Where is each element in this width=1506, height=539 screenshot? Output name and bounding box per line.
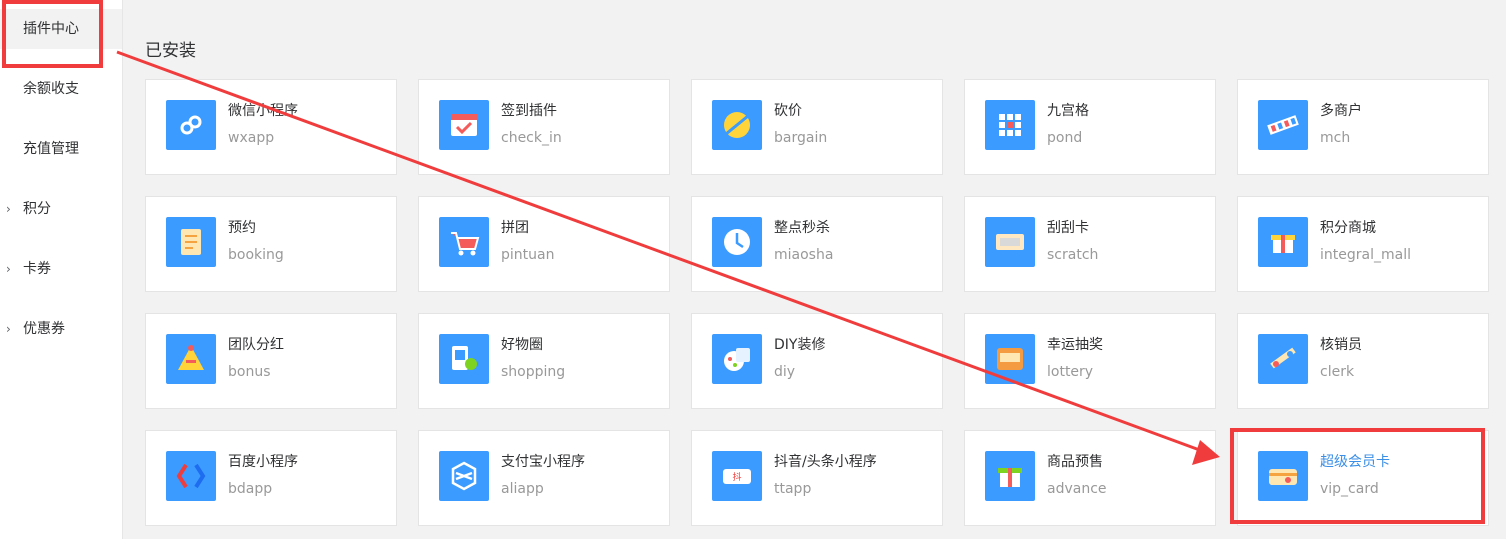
team-pyramid-icon bbox=[166, 334, 216, 384]
plugin-code: shopping bbox=[501, 364, 566, 380]
plugin-code: aliapp bbox=[501, 481, 544, 497]
plugin-card-pond[interactable]: 九宫格 pond bbox=[964, 79, 1216, 175]
plugin-card-mch[interactable]: 多商户 mch bbox=[1237, 79, 1489, 175]
plugin-code: vip_card bbox=[1320, 481, 1379, 497]
plugin-name[interactable]: 超级会员卡 bbox=[1320, 451, 1390, 471]
plugin-code: scratch bbox=[1047, 247, 1099, 263]
plugin-code: integral_mall bbox=[1320, 247, 1411, 263]
grid-nine-icon bbox=[985, 100, 1035, 150]
scratch-card-icon bbox=[985, 217, 1035, 267]
plugin-code: miaosha bbox=[774, 247, 834, 263]
plugin-card-bdapp[interactable]: 百度小程序 bdapp bbox=[145, 430, 397, 526]
sidebar-item-balance[interactable]: 余额收支 bbox=[0, 69, 122, 109]
plugin-name: 拼团 bbox=[501, 220, 529, 236]
plugin-code: bargain bbox=[774, 130, 828, 146]
plugin-code: advance bbox=[1047, 481, 1107, 497]
plugin-code: diy bbox=[774, 364, 796, 380]
plugin-name: 预约 bbox=[228, 220, 256, 236]
plugin-name: 签到插件 bbox=[501, 103, 557, 119]
plugin-code: bdapp bbox=[228, 481, 273, 497]
flash-clock-icon bbox=[712, 217, 762, 267]
plugin-name: 刮刮卡 bbox=[1047, 220, 1089, 236]
alipay-icon bbox=[439, 451, 489, 501]
plugin-card-lottery[interactable]: 幸运抽奖 lottery bbox=[964, 313, 1216, 409]
chevron-right-icon: › bbox=[6, 202, 11, 216]
plugin-card-booking[interactable]: 预约 booking bbox=[145, 196, 397, 292]
plugin-card-scratch[interactable]: 刮刮卡 scratch bbox=[964, 196, 1216, 292]
good-items-icon bbox=[439, 334, 489, 384]
plugin-card-wxapp[interactable]: 微信小程序 wxapp bbox=[145, 79, 397, 175]
plugin-card-pintuan[interactable]: 拼团 pintuan bbox=[418, 196, 670, 292]
plugin-name: 商品预售 bbox=[1047, 454, 1103, 470]
sidebar-item-label: 充值管理 bbox=[23, 141, 79, 157]
plugin-name: 积分商城 bbox=[1320, 220, 1376, 236]
plugin-code: wxapp bbox=[228, 130, 275, 146]
plugin-name: 百度小程序 bbox=[228, 454, 298, 470]
plugin-name: 整点秒杀 bbox=[774, 220, 830, 236]
svg-text:抖: 抖 bbox=[732, 471, 741, 483]
sidebar-item-label: 积分 bbox=[23, 201, 51, 217]
vip-card-icon bbox=[1258, 451, 1308, 501]
plugin-name: 好物圈 bbox=[501, 337, 543, 353]
plugin-code: lottery bbox=[1047, 364, 1094, 380]
plugin-name: 多商户 bbox=[1320, 103, 1362, 119]
plugin-name: 幸运抽奖 bbox=[1047, 337, 1103, 353]
plugin-code: bonus bbox=[228, 364, 271, 380]
sidebar-item-plugin-center[interactable]: 插件中心 bbox=[0, 9, 122, 49]
plugin-card-check-in[interactable]: 签到插件 check_in bbox=[418, 79, 670, 175]
sidebar-item-recharge[interactable]: 充值管理 bbox=[0, 129, 122, 169]
plugin-code: booking bbox=[228, 247, 284, 263]
bargain-tag-icon bbox=[712, 100, 762, 150]
plugin-name: 砍价 bbox=[774, 103, 802, 119]
sidebar-item-label: 优惠券 bbox=[23, 321, 65, 337]
clerk-verify-icon bbox=[1258, 334, 1308, 384]
plugin-code: mch bbox=[1320, 130, 1351, 146]
plugin-card-ttapp[interactable]: 抖 抖音/头条小程序 ttapp bbox=[691, 430, 943, 526]
sidebar-item-points[interactable]: › 积分 bbox=[0, 189, 122, 229]
sidebar-item-label: 卡券 bbox=[23, 261, 51, 277]
plugin-name: 抖音/头条小程序 bbox=[774, 454, 877, 470]
baidu-icon bbox=[166, 451, 216, 501]
plugin-card-aliapp[interactable]: 支付宝小程序 aliapp bbox=[418, 430, 670, 526]
chevron-right-icon: › bbox=[6, 322, 11, 336]
douyin-icon: 抖 bbox=[712, 451, 762, 501]
plugin-code: pond bbox=[1047, 130, 1083, 146]
sidebar-item-label: 插件中心 bbox=[23, 21, 79, 37]
sidebar-item-label: 余额收支 bbox=[23, 81, 79, 97]
plugin-code: check_in bbox=[501, 130, 562, 146]
plugin-card-integral-mall[interactable]: 积分商城 integral_mall bbox=[1237, 196, 1489, 292]
plugin-name: 九宫格 bbox=[1047, 103, 1089, 119]
calendar-checkin-icon bbox=[439, 100, 489, 150]
plugin-card-vip-card[interactable]: 超级会员卡 vip_card bbox=[1237, 430, 1489, 526]
plugin-name: 支付宝小程序 bbox=[501, 454, 585, 470]
plugin-code: ttapp bbox=[774, 481, 812, 497]
section-title: 已安装 bbox=[145, 41, 196, 61]
plugin-card-miaosha[interactable]: 整点秒杀 miaosha bbox=[691, 196, 943, 292]
booking-note-icon bbox=[166, 217, 216, 267]
mini-program-icon bbox=[166, 100, 216, 150]
plugin-card-bonus[interactable]: 团队分红 bonus bbox=[145, 313, 397, 409]
plugin-name: DIY装修 bbox=[774, 337, 826, 353]
presale-gift-icon bbox=[985, 451, 1035, 501]
multi-store-icon bbox=[1258, 100, 1308, 150]
plugin-card-advance[interactable]: 商品预售 advance bbox=[964, 430, 1216, 526]
plugin-code: pintuan bbox=[501, 247, 555, 263]
points-gift-icon bbox=[1258, 217, 1308, 267]
plugin-card-shopping[interactable]: 好物圈 shopping bbox=[418, 313, 670, 409]
sidebar: 插件中心 余额收支 充值管理 › 积分 › 卡券 › 优惠券 bbox=[0, 0, 123, 539]
plugin-card-bargain[interactable]: 砍价 bargain bbox=[691, 79, 943, 175]
plugin-code: clerk bbox=[1320, 364, 1355, 380]
plugin-card-diy[interactable]: DIY装修 diy bbox=[691, 313, 943, 409]
sidebar-item-coupons[interactable]: › 优惠券 bbox=[0, 309, 122, 349]
plugin-name: 团队分红 bbox=[228, 337, 284, 353]
sidebar-item-cards[interactable]: › 卡券 bbox=[0, 249, 122, 289]
lottery-box-icon bbox=[985, 334, 1035, 384]
shopping-cart-icon bbox=[439, 217, 489, 267]
diy-design-icon bbox=[712, 334, 762, 384]
plugin-name: 核销员 bbox=[1320, 337, 1362, 353]
chevron-right-icon: › bbox=[6, 262, 11, 276]
plugin-name: 微信小程序 bbox=[228, 103, 298, 119]
plugin-card-clerk[interactable]: 核销员 clerk bbox=[1237, 313, 1489, 409]
